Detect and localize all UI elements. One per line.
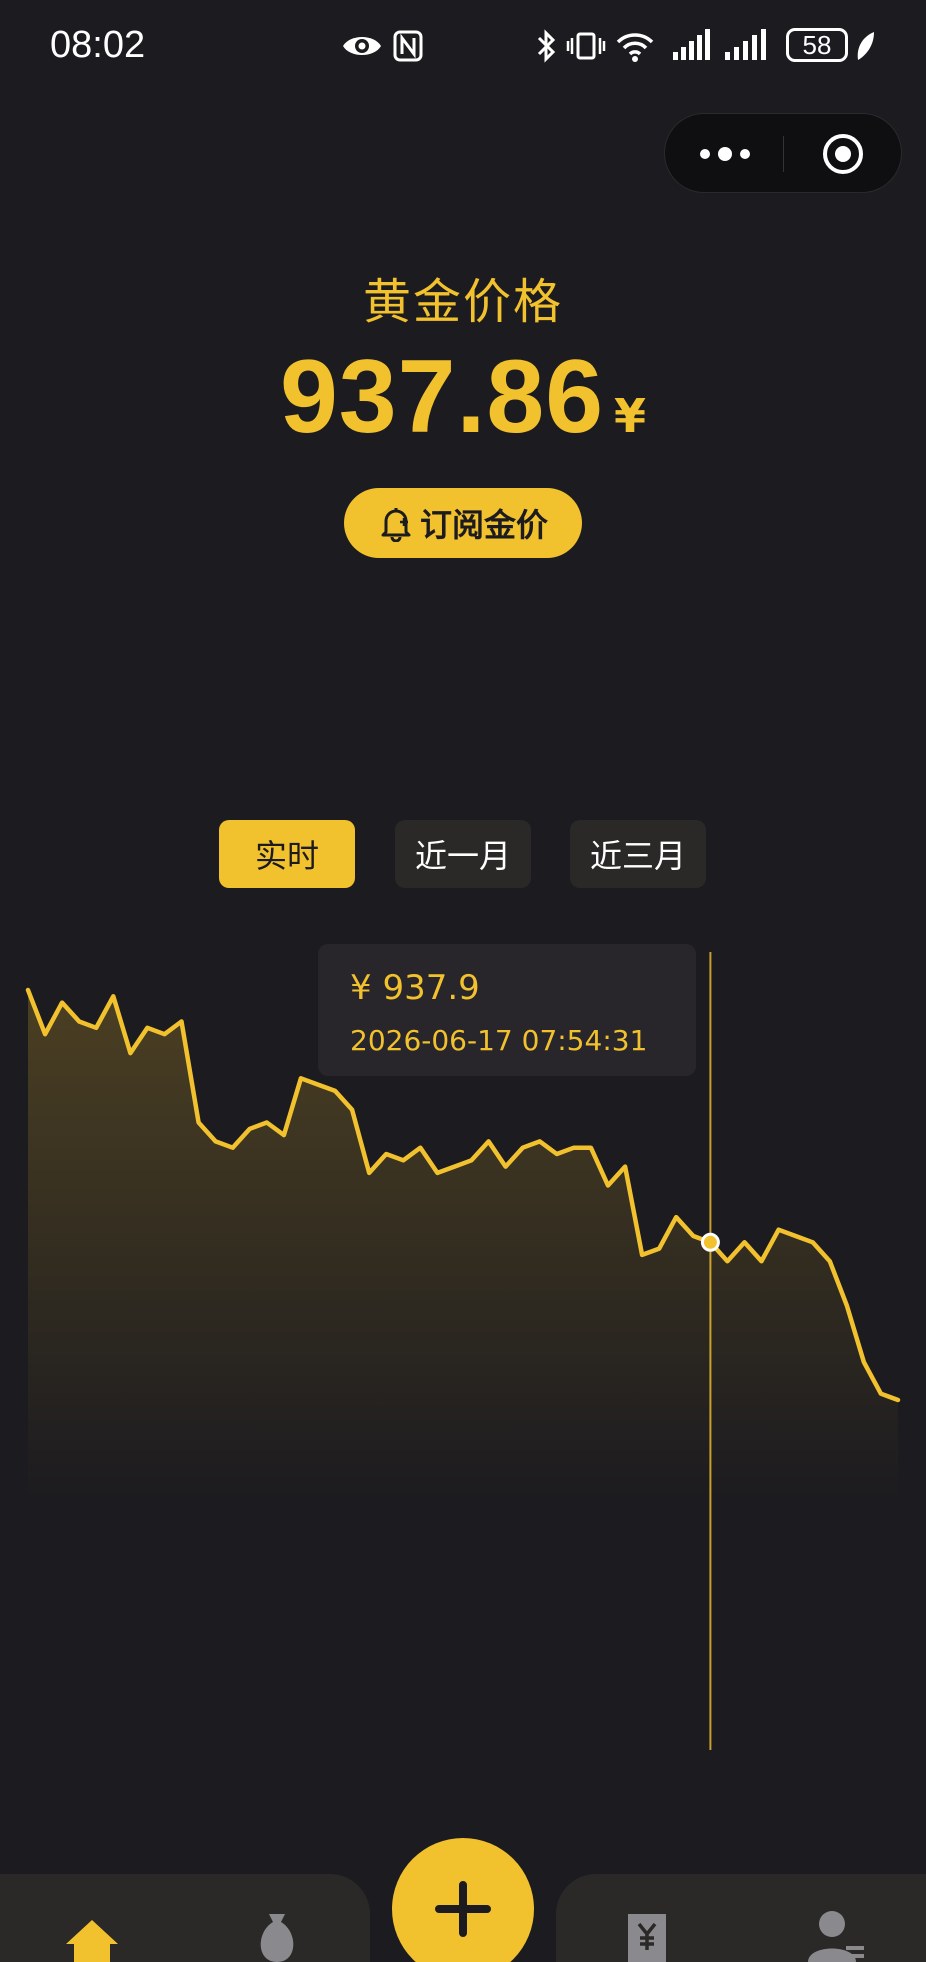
tooltip-price: ¥ 937.9 [350, 968, 480, 1008]
tab-label: 近三月 [589, 837, 686, 875]
gold-price-value: 937.86 [279, 339, 605, 455]
chart-highlight-point[interactable] [700, 1232, 720, 1252]
status-time: 08:02 [50, 24, 146, 66]
more-dots-icon[interactable] [697, 140, 753, 168]
tab-three-months[interactable]: 近三月 [570, 820, 706, 888]
gold-price-screen: 08:02 58 黄金价格 937.86 ¥ 订阅金价 实时 近一月 近三月 ¥… [0, 0, 926, 1962]
battery-level: 58 [802, 30, 832, 60]
add-button[interactable] [392, 1838, 534, 1962]
user-icon[interactable] [806, 1908, 866, 1962]
bluetooth-icon [537, 29, 556, 63]
leaf-icon [857, 32, 874, 60]
capsule-menu [664, 113, 902, 193]
tab-label: 实时 [254, 837, 319, 875]
page-title: 黄金价格 [362, 274, 563, 330]
price-unit: ¥ [614, 389, 647, 443]
tab-one-month[interactable]: 近一月 [395, 820, 531, 888]
price-display: 937.86 ¥ [0, 338, 926, 457]
wifi-icon [616, 33, 654, 62]
bell-icon [381, 508, 411, 542]
eye-icon [343, 37, 381, 55]
subscribe-label: 订阅金价 [419, 506, 548, 544]
chart-tooltip: ¥ 937.9 2026-06-17 07:54:31 [318, 944, 696, 1076]
yuan-receipt-icon[interactable] [622, 1910, 672, 1962]
money-bag-icon[interactable] [252, 1910, 302, 1962]
capsule-divider [783, 136, 784, 172]
signal-icon-2 [725, 29, 766, 60]
home-icon[interactable] [62, 1916, 122, 1962]
battery-icon: 58 [786, 28, 848, 62]
nfc-icon [393, 30, 423, 62]
bottom-nav-right [556, 1874, 926, 1962]
tooltip-time: 2026-06-17 07:54:31 [350, 1024, 648, 1057]
bottom-nav-left [0, 1874, 370, 1962]
subscribe-price-button[interactable]: 订阅金价 [344, 488, 582, 558]
tab-label: 近一月 [414, 837, 511, 875]
status-bar: 08:02 58 [0, 0, 926, 96]
signal-icon [673, 29, 710, 60]
tab-realtime[interactable]: 实时 [219, 820, 355, 888]
add-icon [435, 1881, 491, 1937]
target-circle-icon[interactable] [821, 132, 865, 176]
vibrate-icon [566, 32, 606, 60]
